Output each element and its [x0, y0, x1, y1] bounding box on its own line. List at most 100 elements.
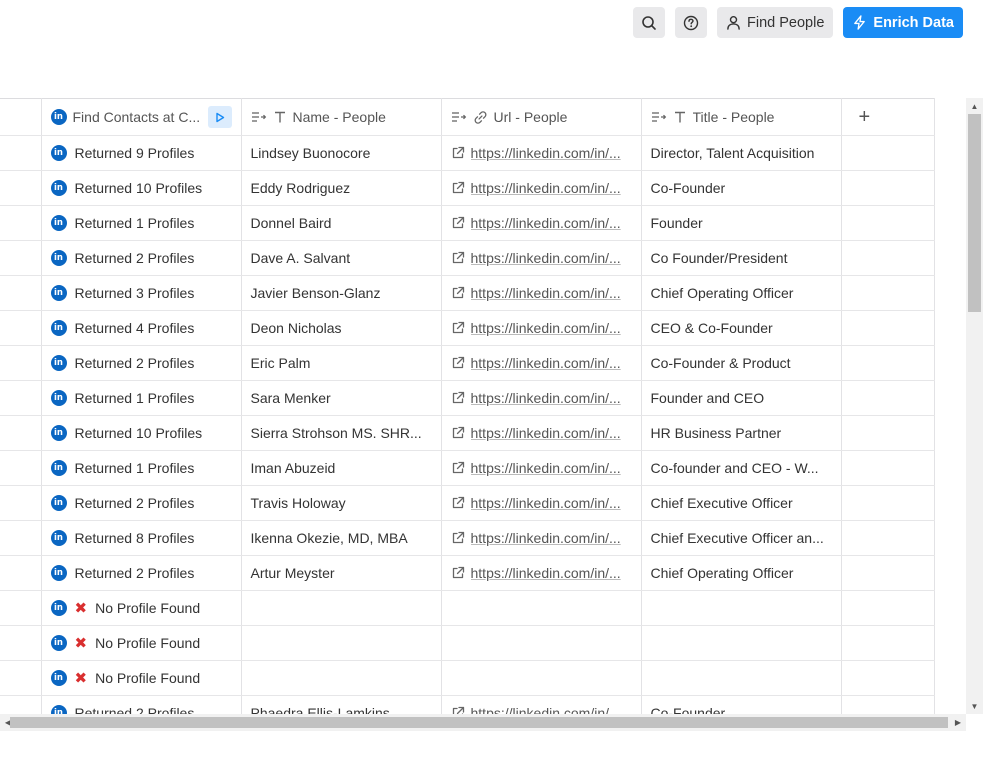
profile-url-link[interactable]: https://linkedin.com/in/... — [471, 530, 621, 546]
profile-url-link[interactable]: https://linkedin.com/in/... — [471, 460, 621, 476]
horizontal-scrollbar[interactable]: ◀ ▶ — [0, 714, 966, 731]
name-cell[interactable]: Artur Meyster — [241, 555, 442, 591]
url-cell[interactable]: https://linkedin.com/in/... — [441, 380, 642, 416]
url-cell[interactable]: https://linkedin.com/in/... — [441, 240, 642, 276]
title-cell[interactable]: Chief Operating Officer — [641, 555, 842, 591]
run-column-button[interactable] — [207, 106, 232, 128]
name-cell[interactable]: Travis Holoway — [241, 485, 442, 521]
name-cell[interactable]: Javier Benson-Glanz — [241, 275, 442, 311]
scroll-down-arrow-icon[interactable]: ▼ — [966, 698, 983, 714]
vertical-scrollbar[interactable]: ▲ ▼ — [966, 98, 983, 714]
profile-url-link[interactable]: https://linkedin.com/in/... — [471, 285, 621, 301]
horizontal-scroll-thumb[interactable] — [10, 717, 948, 728]
find-people-button[interactable]: Find People — [717, 7, 834, 38]
title-cell[interactable]: Co-Founder & Product — [641, 345, 842, 381]
name-cell[interactable]: Deon Nicholas — [241, 310, 442, 346]
table-row[interactable]: in ✖ No Profile Found — [0, 625, 935, 661]
url-cell[interactable]: https://linkedin.com/in/... — [441, 275, 642, 311]
url-cell[interactable]: https://linkedin.com/in/... — [441, 485, 642, 521]
table-row[interactable]: in ✖ No Profile Found — [0, 660, 935, 696]
table-row[interactable]: in Returned 2 Profiles Dave A. Salvant http… — [0, 240, 935, 276]
table-row[interactable]: in Returned 1 Profiles Iman Abuzeid https:/… — [0, 450, 935, 486]
name-cell[interactable]: Lindsey Buonocore — [241, 135, 442, 171]
url-cell[interactable]: https://linkedin.com/in/... — [441, 345, 642, 381]
name-cell[interactable] — [241, 590, 442, 626]
table-row[interactable]: in Returned 10 Profiles Sierra Strohson MS… — [0, 415, 935, 451]
url-cell[interactable]: https://linkedin.com/in/... — [441, 310, 642, 346]
profile-url-link[interactable]: https://linkedin.com/in/... — [471, 250, 621, 266]
find-contacts-cell[interactable]: in ✖ No Profile Found — [41, 590, 242, 626]
profile-url-link[interactable]: https://linkedin.com/in/... — [471, 425, 621, 441]
find-contacts-cell[interactable]: in Returned 2 Profiles — [41, 240, 242, 276]
title-cell[interactable]: Chief Executive Officer — [641, 485, 842, 521]
find-contacts-cell[interactable]: in Returned 2 Profiles — [41, 485, 242, 521]
profile-url-link[interactable]: https://linkedin.com/in/... — [471, 390, 621, 406]
title-cell[interactable]: Founder — [641, 205, 842, 241]
find-contacts-cell[interactable]: in Returned 1 Profiles — [41, 205, 242, 241]
url-cell[interactable] — [441, 660, 642, 696]
title-cell[interactable] — [641, 590, 842, 626]
find-contacts-cell[interactable]: in Returned 10 Profiles — [41, 415, 242, 451]
search-button[interactable] — [633, 7, 666, 38]
title-cell[interactable] — [641, 625, 842, 661]
name-cell[interactable]: Iman Abuzeid — [241, 450, 442, 486]
find-contacts-cell[interactable]: in Returned 2 Profiles — [41, 345, 242, 381]
vertical-scroll-thumb[interactable] — [968, 114, 981, 312]
title-cell[interactable]: Chief Operating Officer — [641, 275, 842, 311]
table-row[interactable]: in Returned 2 Profiles Artur Meyster https:… — [0, 555, 935, 591]
profile-url-link[interactable]: https://linkedin.com/in/... — [471, 320, 621, 336]
url-cell[interactable]: https://linkedin.com/in/... — [441, 450, 642, 486]
url-cell[interactable]: https://linkedin.com/in/... — [441, 135, 642, 171]
title-cell[interactable]: Co Founder/President — [641, 240, 842, 276]
title-cell[interactable]: Co-Founder — [641, 170, 842, 206]
find-contacts-cell[interactable]: in Returned 4 Profiles — [41, 310, 242, 346]
find-contacts-cell[interactable]: in Returned 10 Profiles — [41, 170, 242, 206]
table-row[interactable]: in ✖ No Profile Found — [0, 590, 935, 626]
column-header-title[interactable]: Title - People — [641, 98, 842, 136]
scroll-right-arrow-icon[interactable]: ▶ — [950, 714, 966, 731]
table-row[interactable]: in Returned 3 Profiles Javier Benson-Glanz… — [0, 275, 935, 311]
title-cell[interactable]: Chief Executive Officer an... — [641, 520, 842, 556]
profile-url-link[interactable]: https://linkedin.com/in/... — [471, 180, 621, 196]
profile-url-link[interactable]: https://linkedin.com/in/... — [471, 495, 621, 511]
name-cell[interactable] — [241, 625, 442, 661]
title-cell[interactable]: Director, Talent Acquisition — [641, 135, 842, 171]
profile-url-link[interactable]: https://linkedin.com/in/... — [471, 355, 621, 371]
title-cell[interactable]: CEO & Co-Founder — [641, 310, 842, 346]
profile-url-link[interactable]: https://linkedin.com/in/... — [471, 145, 621, 161]
name-cell[interactable]: Sara Menker — [241, 380, 442, 416]
url-cell[interactable] — [441, 590, 642, 626]
find-contacts-cell[interactable]: in ✖ No Profile Found — [41, 660, 242, 696]
table-row[interactable]: in Returned 4 Profiles Deon Nicholas https:… — [0, 310, 935, 346]
find-contacts-cell[interactable]: in Returned 2 Profiles — [41, 555, 242, 591]
url-cell[interactable]: https://linkedin.com/in/... — [441, 170, 642, 206]
url-cell[interactable]: https://linkedin.com/in/... — [441, 205, 642, 241]
table-row[interactable]: in Returned 10 Profiles Eddy Rodriguez http… — [0, 170, 935, 206]
enrich-data-button[interactable]: Enrich Data — [843, 7, 963, 38]
table-row[interactable]: in Returned 1 Profiles Sara Menker https://… — [0, 380, 935, 416]
name-cell[interactable]: Eric Palm — [241, 345, 442, 381]
column-header-url[interactable]: Url - People — [441, 98, 642, 136]
table-row[interactable]: in Returned 2 Profiles Eric Palm https://li… — [0, 345, 935, 381]
title-cell[interactable]: HR Business Partner — [641, 415, 842, 451]
table-row[interactable]: in Returned 8 Profiles Ikenna Okezie, MD, … — [0, 520, 935, 556]
find-contacts-cell[interactable]: in Returned 1 Profiles — [41, 450, 242, 486]
name-cell[interactable]: Donnel Baird — [241, 205, 442, 241]
url-cell[interactable]: https://linkedin.com/in/... — [441, 555, 642, 591]
name-cell[interactable]: Dave A. Salvant — [241, 240, 442, 276]
title-cell[interactable] — [641, 660, 842, 696]
title-cell[interactable]: Co-founder and CEO - W... — [641, 450, 842, 486]
table-row[interactable]: in Returned 1 Profiles Donnel Baird https:/… — [0, 205, 935, 241]
scroll-up-arrow-icon[interactable]: ▲ — [966, 98, 983, 114]
url-cell[interactable]: https://linkedin.com/in/... — [441, 520, 642, 556]
url-cell[interactable] — [441, 625, 642, 661]
column-header-name[interactable]: Name - People — [241, 98, 442, 136]
column-header-find-contacts[interactable]: in Find Contacts at C... — [41, 98, 242, 136]
find-contacts-cell[interactable]: in Returned 9 Profiles — [41, 135, 242, 171]
help-button[interactable] — [675, 7, 708, 38]
find-contacts-cell[interactable]: in Returned 3 Profiles — [41, 275, 242, 311]
name-cell[interactable]: Eddy Rodriguez — [241, 170, 442, 206]
profile-url-link[interactable]: https://linkedin.com/in/... — [471, 215, 621, 231]
profile-url-link[interactable]: https://linkedin.com/in/... — [471, 565, 621, 581]
find-contacts-cell[interactable]: in Returned 1 Profiles — [41, 380, 242, 416]
